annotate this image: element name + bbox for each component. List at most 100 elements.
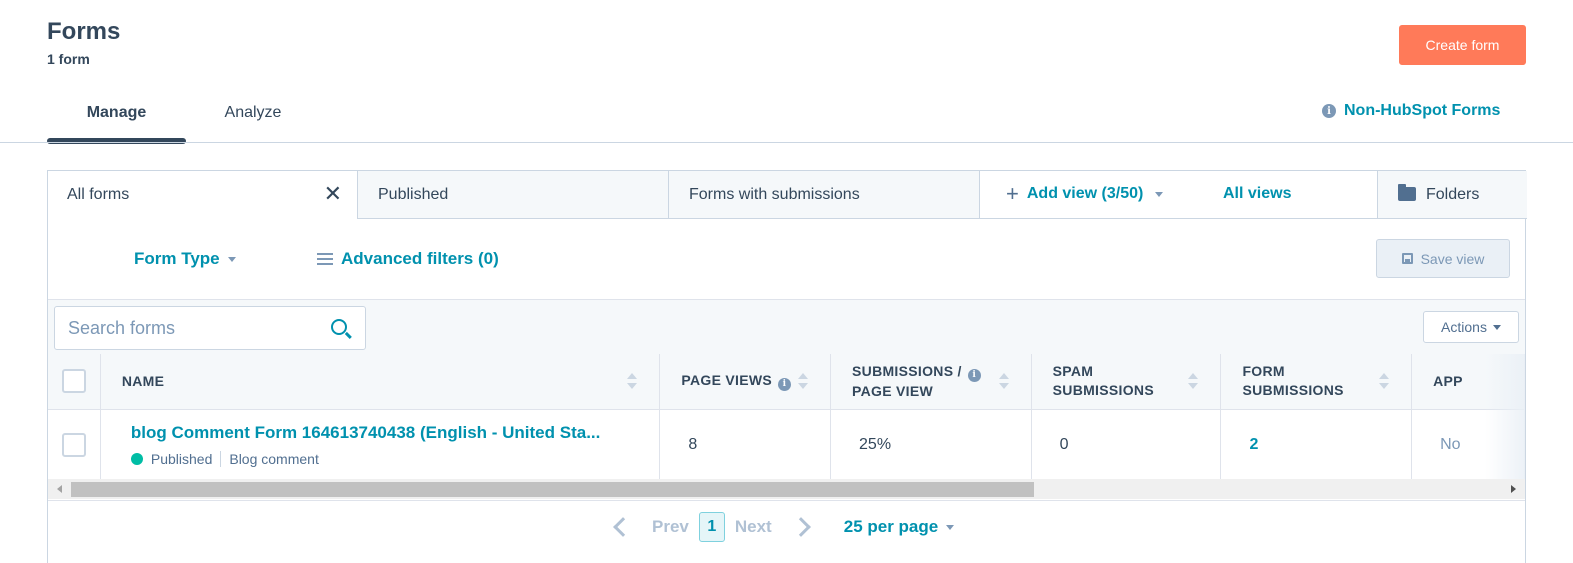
save-view-label: Save view: [1420, 250, 1485, 267]
non-hubspot-forms-link[interactable]: i Non-HubSpot Forms: [1322, 102, 1500, 120]
column-label: SUBMISSIONS /: [852, 362, 962, 379]
add-view-button[interactable]: + Add view (3/50): [1006, 181, 1164, 206]
top-tabs: Manage Analyze: [47, 94, 320, 144]
caret-down-icon: [1492, 324, 1501, 330]
table-row: blog Comment Form 164613740438 (English …: [48, 408, 1525, 479]
select-all-checkbox[interactable]: [61, 369, 86, 394]
folder-icon: [1398, 183, 1416, 201]
pagination: Prev 1 Next 25 per page: [610, 512, 955, 542]
column-header-form-submissions[interactable]: FORM SUBMISSIONS: [1220, 354, 1413, 410]
view-tabs: All forms ✕ Published Forms with submiss…: [48, 171, 1527, 219]
sliders-icon: [317, 252, 333, 266]
submissions-per-view-cell: 25%: [830, 408, 1032, 479]
column-header-app[interactable]: APP: [1411, 354, 1525, 410]
create-form-button[interactable]: Create form: [1399, 25, 1526, 65]
plus-icon: +: [1006, 181, 1019, 206]
forms-table: NAME PAGE VIEWS i SUBMISSIONS / i PAGE VIE…: [48, 354, 1525, 479]
page-title: Forms: [47, 18, 121, 45]
forms-table-container: NAME PAGE VIEWS i SUBMISSIONS / i PAGE VIE…: [48, 354, 1525, 479]
tabs-divider: [0, 142, 1573, 143]
actions-dropdown[interactable]: Actions: [1423, 311, 1519, 343]
meta-divider: [220, 450, 222, 467]
name-cell: blog Comment Form 164613740438 (English …: [99, 408, 661, 479]
search-input[interactable]: [55, 317, 305, 339]
column-label: PAGE VIEWS: [681, 372, 773, 389]
column-label: PAGE VIEW: [852, 382, 934, 399]
caret-down-icon: [1155, 191, 1164, 197]
caret-down-icon: [946, 524, 955, 530]
actions-label: Actions: [1441, 319, 1487, 335]
search-box: [54, 306, 366, 350]
pagination-area: Prev 1 Next 25 per page: [48, 500, 1525, 563]
add-view-area: + Add view (3/50) All views: [980, 171, 1377, 219]
sort-icon[interactable]: [627, 373, 638, 390]
column-header-page-views[interactable]: PAGE VIEWS i: [659, 354, 832, 410]
tab-manage[interactable]: Manage: [47, 94, 186, 144]
caret-down-icon: [227, 256, 236, 262]
status-text: Published: [150, 450, 213, 467]
view-tab-label: Forms with submissions: [689, 185, 860, 203]
form-name-link[interactable]: blog Comment Form 164613740438 (English …: [131, 423, 638, 443]
sort-icon[interactable]: [798, 373, 809, 390]
view-tab-label: Published: [378, 185, 449, 203]
chevron-right-icon[interactable]: [790, 517, 811, 537]
next-button[interactable]: Next: [735, 517, 772, 537]
advanced-filters-label: Advanced filters (0): [341, 249, 499, 268]
search-icon[interactable]: [331, 319, 347, 335]
form-submissions-link[interactable]: 2: [1249, 436, 1258, 453]
forms-panel: All forms ✕ Published Forms with submiss…: [47, 170, 1527, 563]
folders-label: Folders: [1426, 185, 1480, 203]
scroll-right-arrow-icon[interactable]: [1511, 485, 1516, 493]
form-type-text: Blog comment: [229, 450, 319, 467]
view-tab-all-forms[interactable]: All forms ✕: [48, 171, 358, 219]
column-label: APP: [1433, 372, 1463, 389]
form-type-label: Form Type: [134, 249, 220, 268]
page-1-button[interactable]: 1: [698, 512, 725, 542]
column-header-submissions-per-page-view[interactable]: SUBMISSIONS / i PAGE VIEW: [830, 354, 1032, 410]
column-label: FORM: [1242, 363, 1285, 380]
all-views-link[interactable]: All views: [1223, 185, 1291, 203]
add-view-label: Add view (3/50): [1026, 185, 1144, 202]
form-type-filter[interactable]: Form Type: [134, 249, 236, 269]
column-header-name[interactable]: NAME: [99, 354, 661, 410]
column-label: SUBMISSIONS: [1242, 382, 1344, 399]
status-dot-icon: [130, 452, 143, 465]
view-tab-label: All forms: [67, 186, 130, 203]
info-icon[interactable]: i: [967, 368, 981, 382]
save-view-button[interactable]: Save view: [1376, 239, 1510, 278]
info-icon[interactable]: i: [778, 378, 792, 392]
sort-icon[interactable]: [1379, 373, 1390, 390]
advanced-filters-button[interactable]: Advanced filters (0): [317, 249, 499, 269]
per-page-dropdown[interactable]: 25 per page: [844, 517, 955, 537]
horizontal-scrollbar[interactable]: [48, 479, 1525, 499]
column-label: SUBMISSIONS: [1052, 382, 1154, 399]
per-page-label: 25 per page: [843, 517, 939, 536]
scroll-left-arrow-icon[interactable]: [57, 485, 62, 493]
row-checkbox[interactable]: [61, 432, 86, 457]
spam-submissions-cell: 0: [1030, 408, 1222, 479]
folders-button[interactable]: Folders: [1377, 171, 1527, 219]
scrollbar-thumb[interactable]: [71, 482, 1034, 497]
view-tab-published[interactable]: Published: [358, 171, 669, 219]
column-label: SPAM: [1052, 363, 1094, 380]
table-toolbar: Actions: [48, 299, 1525, 354]
non-hubspot-forms-label: Non-HubSpot Forms: [1344, 102, 1501, 119]
form-submissions-cell: 2: [1220, 408, 1413, 479]
column-label: NAME: [121, 372, 165, 389]
form-count: 1 form: [47, 51, 90, 67]
tab-analyze[interactable]: Analyze: [186, 94, 320, 144]
column-header-spam-submissions[interactable]: SPAM SUBMISSIONS: [1030, 354, 1222, 410]
prev-button[interactable]: Prev: [652, 517, 689, 537]
sort-icon[interactable]: [1188, 373, 1199, 390]
sort-icon[interactable]: [998, 373, 1009, 390]
form-meta: Published Blog comment: [130, 450, 638, 467]
filter-row: Form Type Advanced filters (0) Save view: [48, 219, 1525, 299]
close-icon[interactable]: ✕: [324, 183, 342, 205]
select-all-cell: [48, 354, 101, 410]
chevron-left-icon[interactable]: [613, 517, 633, 537]
info-icon: i: [1322, 104, 1336, 118]
app-cell: No: [1411, 408, 1525, 479]
page-views-cell: 8: [659, 408, 832, 479]
view-tab-forms-with-submissions[interactable]: Forms with submissions: [669, 171, 980, 219]
table-header-row: NAME PAGE VIEWS i SUBMISSIONS / i PAGE VIE…: [48, 354, 1525, 410]
